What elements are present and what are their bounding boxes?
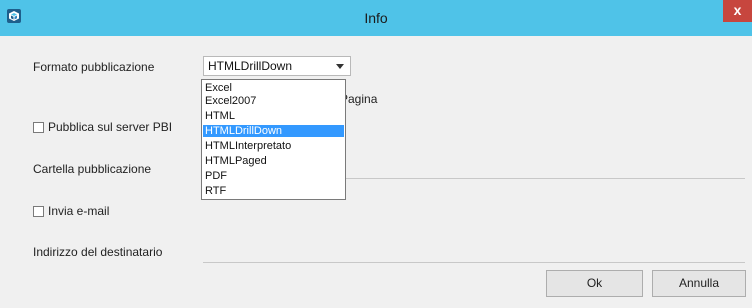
format-option-excel2007[interactable]: Excel2007	[203, 95, 344, 107]
format-select[interactable]: HTMLDrillDown	[203, 56, 351, 76]
ok-button[interactable]: Ok	[546, 270, 643, 297]
recipient-label: Indirizzo del destinatario	[33, 245, 163, 259]
format-option-rtf[interactable]: RTF	[203, 185, 344, 197]
format-option-html[interactable]: HTML	[203, 110, 344, 122]
format-option-excel[interactable]: Excel	[203, 82, 344, 94]
publish-pbi-label: Pubblica sul server PBI	[48, 120, 173, 134]
close-button[interactable]: x	[723, 0, 752, 22]
recipient-input[interactable]	[203, 262, 745, 263]
format-option-htmlinterpretato[interactable]: HTMLInterpretato	[203, 140, 344, 152]
format-option-htmldrilldown[interactable]: HTMLDrillDown	[203, 125, 344, 137]
send-email-checkbox[interactable]	[33, 206, 44, 217]
window-title: Info	[364, 10, 388, 26]
chevron-down-icon[interactable]	[336, 64, 344, 69]
cancel-button[interactable]: Annulla	[652, 270, 746, 297]
format-option-htmlpaged[interactable]: HTMLPaged	[203, 155, 344, 167]
folder-label: Cartella pubblicazione	[33, 162, 152, 176]
format-option-pdf[interactable]: PDF	[203, 170, 344, 182]
format-selected-value: HTMLDrillDown	[208, 59, 293, 73]
format-label: Formato pubblicazione	[33, 60, 155, 74]
send-email-label: Invia e-mail	[48, 204, 110, 218]
format-dropdown-list: Excel Excel2007 HTML HTMLDrillDown HTMLI…	[201, 79, 346, 200]
title-bar: Info x	[0, 0, 752, 36]
publish-pbi-checkbox[interactable]	[33, 122, 44, 133]
